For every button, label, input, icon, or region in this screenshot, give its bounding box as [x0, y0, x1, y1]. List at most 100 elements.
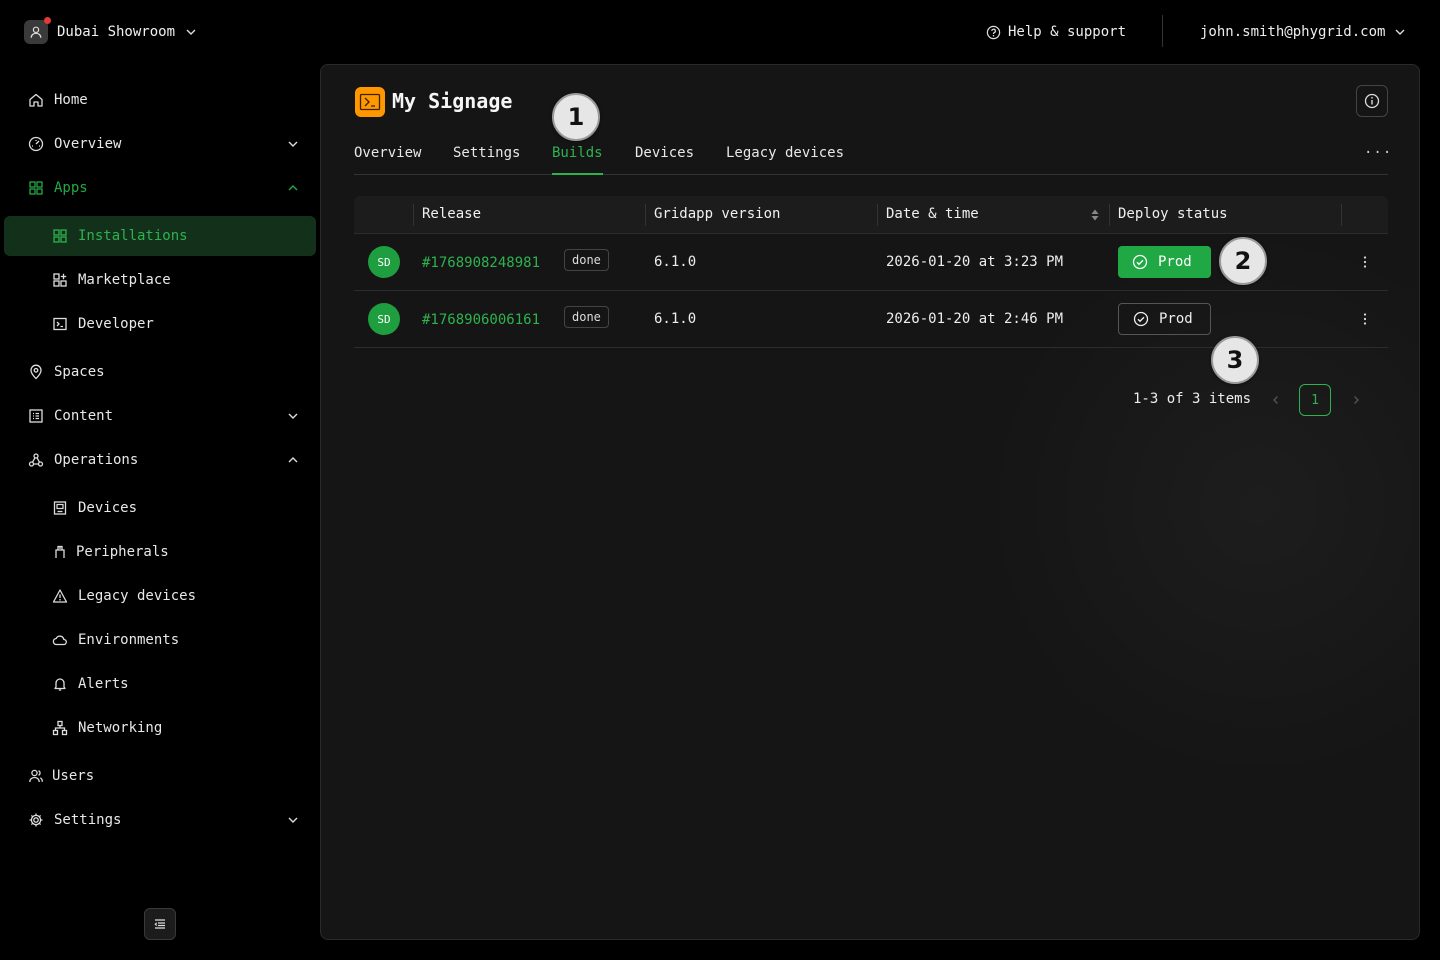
warning-triangle-icon [52, 589, 68, 603]
column-header-gridapp-version: Gridapp version [654, 206, 781, 222]
location-pin-icon [30, 364, 42, 380]
deploy-prod-button[interactable]: Prod [1118, 246, 1211, 278]
sidebar-item-peripherals[interactable]: Peripherals [0, 532, 316, 572]
column-separator [645, 204, 646, 226]
sidebar-item-label: Peripherals [76, 544, 169, 560]
gridapp-version: 6.1.0 [654, 311, 697, 327]
sidebar-item-label: Devices [78, 500, 138, 516]
tab-overview[interactable]: Overview [354, 143, 421, 175]
sidebar-item-apps[interactable]: Apps [0, 168, 316, 208]
sidebar-item-label: Settings [54, 812, 122, 828]
operations-network-icon [28, 453, 44, 467]
step-marker-3: 3 [1211, 336, 1259, 384]
signage-icon [359, 93, 381, 111]
tab-devices[interactable]: Devices [635, 143, 694, 175]
sidebar-item-label: Operations [54, 452, 139, 468]
marketplace-icon [53, 273, 67, 287]
collapse-sidebar-button[interactable] [144, 908, 176, 940]
peripheral-plug-icon [55, 545, 65, 558]
org-switcher[interactable]: Dubai Showroom [24, 17, 198, 44]
sidebar-item-alerts[interactable]: Alerts [0, 664, 316, 704]
column-separator [877, 204, 878, 226]
release-link[interactable]: #1768906006161 [422, 312, 540, 328]
user-menu[interactable]: john.smith@phygrid.com [1200, 24, 1407, 40]
tab-settings[interactable]: Settings [453, 143, 520, 175]
sidebar-item-developer[interactable]: Developer [0, 304, 316, 344]
column-separator [413, 204, 414, 226]
sidebar-item-spaces[interactable]: Spaces [0, 352, 316, 392]
sidebar-item-home[interactable]: Home [0, 80, 316, 120]
tab-bar: Overview Settings Builds Devices Legacy … [354, 143, 1391, 175]
gridapp-version: 6.1.0 [654, 254, 697, 270]
sidebar-item-devices[interactable]: Devices [0, 488, 316, 528]
org-name: Dubai Showroom [57, 24, 176, 40]
app-icon [355, 87, 385, 117]
chevron-up-icon [288, 457, 298, 463]
sidebar-item-label: Environments [78, 632, 180, 648]
chevron-down-icon [288, 141, 298, 147]
notification-dot [44, 17, 51, 24]
chevron-right-icon[interactable] [1350, 394, 1362, 406]
home-icon [29, 93, 43, 107]
chevron-left-icon[interactable] [1270, 394, 1282, 406]
sidebar-item-label: Apps [54, 180, 88, 196]
sidebar-item-content[interactable]: Content [0, 396, 316, 436]
sidebar-item-label: Home [54, 92, 88, 108]
main-panel: My Signage Overview Settings Builds Devi… [320, 64, 1420, 940]
chevron-down-icon [288, 817, 298, 823]
info-button[interactable] [1356, 85, 1388, 117]
dashboard-gauge-icon [28, 136, 44, 152]
column-header-date-time[interactable]: Date & time [886, 206, 979, 222]
sidebar-item-environments[interactable]: Environments [0, 620, 316, 660]
chevron-down-icon [1395, 29, 1405, 35]
author-avatar: SD [368, 246, 400, 278]
sidebar-item-label: Overview [54, 136, 122, 152]
sidebar-item-label: Alerts [78, 676, 129, 692]
tab-builds[interactable]: Builds [552, 143, 603, 175]
tab-legacy-devices[interactable]: Legacy devices [726, 143, 844, 175]
pagination-page-button[interactable]: 1 [1299, 384, 1331, 416]
build-status-badge: done [564, 306, 609, 328]
device-icon [53, 501, 67, 515]
sidebar-item-marketplace[interactable]: Marketplace [0, 260, 316, 300]
cloud-icon [52, 635, 67, 646]
build-status-badge: done [564, 249, 609, 271]
more-vertical-icon[interactable] [1358, 311, 1372, 327]
column-header-release: Release [422, 206, 482, 222]
sidebar-item-label: Users [52, 768, 95, 784]
table-header: Release Gridapp version Date & time Depl… [354, 196, 1388, 234]
sidebar-item-users[interactable]: Users [0, 756, 316, 796]
sidebar-item-label: Installations [78, 228, 188, 244]
deploy-prod-button[interactable]: Prod [1118, 303, 1211, 335]
step-marker-1: 1 [552, 93, 600, 141]
sidebar-item-label: Developer [78, 316, 154, 332]
collapse-menu-icon [154, 919, 165, 929]
sidebar-item-label: Networking [78, 720, 163, 736]
sidebar-item-operations[interactable]: Operations [0, 440, 316, 480]
author-avatar: SD [368, 303, 400, 335]
release-link[interactable]: #1768908248981 [422, 255, 540, 271]
sidebar-item-overview[interactable]: Overview [0, 124, 316, 164]
sort-icon[interactable] [1090, 208, 1100, 222]
check-circle-icon [1133, 311, 1149, 327]
sidebar-item-installations[interactable]: Installations [4, 216, 316, 256]
column-separator [1109, 204, 1110, 226]
header-divider [1162, 15, 1163, 47]
sidebar-item-settings[interactable]: Settings [0, 800, 316, 840]
sidebar-item-legacy-devices[interactable]: Legacy devices [0, 576, 316, 616]
help-support-link[interactable]: Help & support [986, 24, 1126, 40]
tabs-more-button[interactable]: ··· [1364, 145, 1392, 161]
sidebar-item-networking[interactable]: Networking [0, 708, 316, 748]
more-vertical-icon[interactable] [1358, 254, 1372, 270]
terminal-icon [53, 317, 67, 331]
network-topology-icon [52, 720, 68, 736]
sidebar-item-label: Marketplace [78, 272, 171, 288]
sidebar-item-label: Content [54, 408, 114, 424]
apps-grid-icon [53, 229, 67, 243]
build-datetime: 2026-01-20 at 2:46 PM [886, 311, 1064, 327]
chevron-down-icon [288, 413, 298, 419]
user-icon [30, 26, 42, 38]
check-circle-icon [1132, 254, 1148, 270]
user-email: john.smith@phygrid.com [1200, 24, 1386, 40]
sidebar-item-label: Legacy devices [78, 588, 197, 604]
